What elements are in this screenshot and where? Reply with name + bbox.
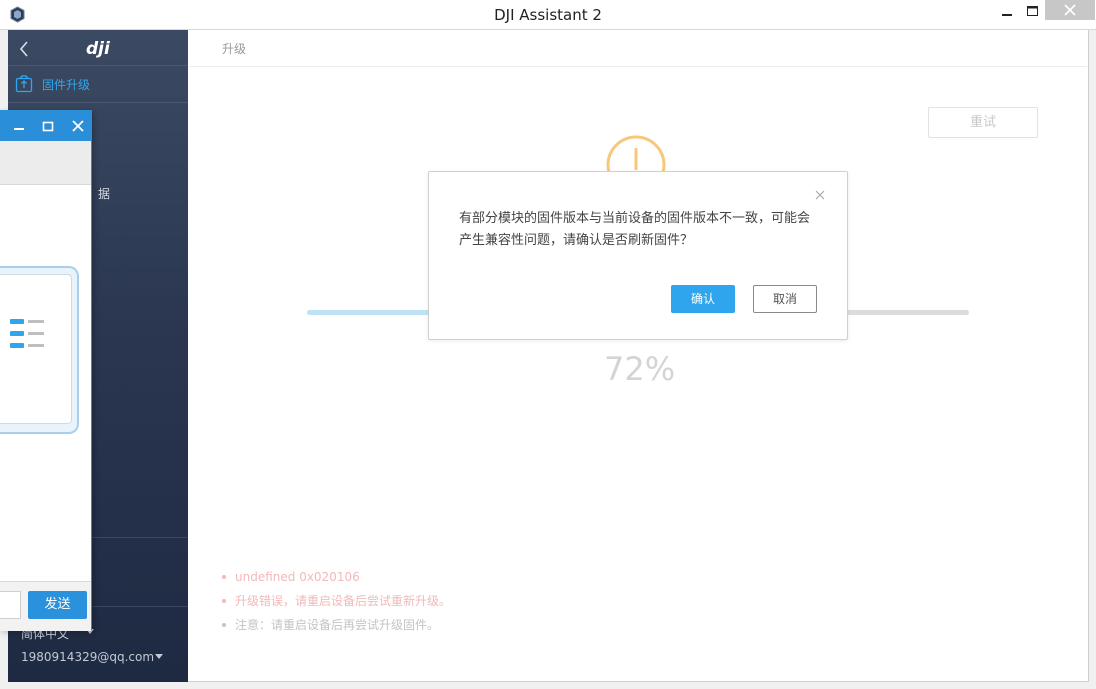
chevron-left-icon[interactable] xyxy=(18,40,30,58)
main-header: 升级 xyxy=(189,30,1087,67)
confirm-dialog: 有部分模块的固件版本与当前设备的固件版本不一致，可能会产生兼容性问题，请确认是否… xyxy=(428,171,848,340)
overlay-window: 发送 xyxy=(0,110,92,631)
firmware-box-icon xyxy=(15,75,33,93)
close-window-button[interactable] xyxy=(1045,0,1095,20)
log-entry: 注意：请重启设备后再尝试升级固件。 xyxy=(222,613,451,637)
overlay-titlebar xyxy=(0,111,91,141)
window-title: DJI Assistant 2 xyxy=(494,6,602,24)
log-text: 升级错误，请重启设备后尝试重新升级。 xyxy=(235,594,452,608)
message-input[interactable] xyxy=(0,591,21,619)
log-text: 注意：请重启设备后再尝试升级固件。 xyxy=(235,618,440,632)
upgrade-log: undefined 0x020106 升级错误，请重启设备后尝试重新升级。 注意… xyxy=(222,565,451,637)
confirm-button[interactable]: 确认 xyxy=(671,285,735,313)
warning-icon xyxy=(606,135,666,174)
sidebar-header: dji xyxy=(8,30,188,66)
bullet-icon xyxy=(222,623,226,627)
bullet-icon xyxy=(222,575,226,579)
breadcrumb: 升级 xyxy=(222,42,247,56)
close-icon[interactable] xyxy=(71,119,85,133)
overlay-input-area: 发送 xyxy=(0,581,91,631)
overlay-toolbar xyxy=(0,141,91,185)
cancel-button[interactable]: 取消 xyxy=(753,285,817,313)
thumbnail-button xyxy=(10,343,24,348)
maximize-button[interactable] xyxy=(1015,0,1049,22)
thumbnail-button xyxy=(10,319,24,324)
retry-button[interactable]: 重试 xyxy=(928,107,1038,138)
progress-percent: 72% xyxy=(604,350,676,388)
thumbnail-text xyxy=(28,320,44,323)
thumbnail-content xyxy=(0,274,72,424)
log-entry: undefined 0x020106 xyxy=(222,565,451,589)
thumbnail-text xyxy=(28,332,44,335)
window-titlebar: DJI Assistant 2 xyxy=(0,0,1096,30)
thumbnail-button xyxy=(10,331,24,336)
maximize-icon[interactable] xyxy=(41,119,55,133)
maximize-icon xyxy=(1026,6,1038,16)
thumbnail-text xyxy=(28,344,44,347)
screenshot-thumbnail[interactable] xyxy=(0,266,79,434)
close-icon[interactable] xyxy=(815,190,825,200)
sidebar-item-partial[interactable]: 据 xyxy=(98,185,110,202)
sidebar-item-firmware-upgrade[interactable]: 固件升级 xyxy=(8,67,188,103)
log-entry: 升级错误，请重启设备后尝试重新升级。 xyxy=(222,589,451,613)
send-button[interactable]: 发送 xyxy=(28,591,87,619)
log-text: undefined 0x020106 xyxy=(235,570,360,584)
account-selector[interactable]: 1980914329@qq.com xyxy=(21,650,154,664)
close-icon xyxy=(1064,4,1076,16)
minimize-icon[interactable] xyxy=(12,119,26,133)
minimize-icon xyxy=(1002,14,1012,16)
dialog-message: 有部分模块的固件版本与当前设备的固件版本不一致，可能会产生兼容性问题，请确认是否… xyxy=(459,211,811,248)
sidebar-item-label: 固件升级 xyxy=(42,78,91,92)
dji-logo: dji xyxy=(86,39,110,59)
caret-down-icon[interactable] xyxy=(155,654,163,659)
bullet-icon xyxy=(222,599,226,603)
